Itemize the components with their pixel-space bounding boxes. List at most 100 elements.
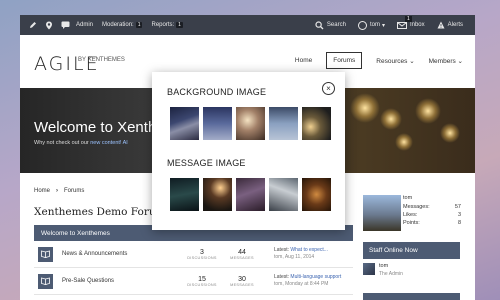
search-icon — [315, 20, 324, 29]
chevron-down-icon: ⌄ — [409, 57, 415, 65]
hero-subtitle-link[interactable]: new content! Al — [90, 140, 127, 146]
background-thumbnail[interactable] — [269, 107, 298, 140]
moderation-count-badge: 1 — [135, 22, 143, 28]
forum-book-icon — [38, 273, 53, 289]
messages-label: MESSAGES — [230, 282, 254, 287]
avatar[interactable] — [363, 263, 375, 275]
chat-icon[interactable] — [60, 20, 70, 30]
background-thumbnail[interactable] — [236, 107, 265, 140]
breadcrumb: Home › Forums — [34, 188, 84, 194]
messages-label: MESSAGES — [230, 255, 254, 260]
stat-label: Points: — [403, 220, 420, 226]
stat-value: 8 — [457, 220, 461, 226]
alerts-link[interactable]: Alerts — [437, 21, 463, 29]
latest-label: Latest: — [274, 247, 290, 253]
latest-label: Latest: — [274, 274, 290, 280]
moderation-label: Moderation: — [102, 22, 134, 28]
hero-subtitle: Why not check out our new content! Al — [34, 140, 128, 146]
message-thumbnail[interactable] — [170, 178, 199, 211]
background-image-heading: BACKGROUND IMAGE — [167, 87, 267, 97]
close-icon: × — [326, 83, 331, 93]
breadcrumb-forums[interactable]: Forums — [64, 188, 84, 194]
stat-label: Likes: — [403, 212, 418, 218]
message-thumbnail[interactable] — [203, 178, 232, 211]
chevron-right-icon: › — [56, 188, 59, 194]
discussions-label: DISCUSSIONS — [187, 255, 217, 260]
forum-book-icon — [38, 246, 53, 262]
message-thumbnails — [170, 178, 335, 211]
background-thumbnail[interactable] — [302, 107, 331, 140]
staff-role: The Admin — [379, 271, 403, 277]
search-label: Search — [326, 22, 346, 28]
reports-label: Reports: — [151, 22, 175, 28]
stat-value: 3 — [457, 212, 461, 218]
user-name: tom — [369, 22, 380, 28]
stat-row: Likes: 3 — [403, 211, 461, 219]
page-title: Xenthemes Demo Forum — [34, 206, 166, 218]
messages-count: 30 — [238, 275, 246, 283]
user-avatar — [357, 20, 367, 30]
moderation-link[interactable]: Moderation: 1 — [102, 22, 143, 28]
hero-title: Welcome to Xenth — [34, 119, 157, 136]
stat-label: Messages: — [403, 204, 430, 210]
alerts-label: Alerts — [447, 22, 463, 28]
message-image-heading: MESSAGE IMAGE — [167, 158, 246, 168]
background-thumbnail[interactable] — [203, 107, 232, 140]
nav-resources[interactable]: Resources ⌄ — [376, 57, 414, 65]
sidebar-block-header — [363, 293, 460, 300]
latest-meta: tom, Aug 11, 2014 — [274, 254, 315, 260]
sidebar-username[interactable]: tom — [403, 195, 412, 201]
main-nav: Home Forums Resources ⌄ Members ⌄ — [281, 52, 463, 69]
list-item[interactable]: Pre-Sale Questions 15 DISCUSSIONS 30 MES… — [34, 268, 353, 295]
envelope-icon — [396, 21, 407, 29]
nav-forums[interactable]: Forums — [326, 52, 363, 69]
message-thumbnail[interactable] — [236, 178, 265, 211]
user-menu[interactable]: tom ▾ — [357, 20, 385, 30]
close-button[interactable]: × — [322, 82, 335, 95]
messages-count: 44 — [238, 248, 246, 256]
discussions-stat: 15 DISCUSSIONS — [182, 276, 222, 287]
site-byline: BY XENTHEMES — [78, 57, 125, 63]
avatar[interactable] — [363, 195, 401, 231]
nav-home[interactable]: Home — [295, 57, 312, 64]
forum-name[interactable]: Pre-Sale Questions — [62, 278, 144, 284]
message-thumbnail[interactable] — [269, 178, 298, 211]
inbox-label: Inbox — [409, 22, 425, 28]
hero-subtitle-text: Why not check out our — [34, 140, 91, 146]
discussions-count: 3 — [200, 248, 204, 256]
reports-link[interactable]: Reports: 1 — [151, 22, 183, 28]
messages-stat: 44 MESSAGES — [222, 249, 262, 260]
chevron-down-icon: ▾ — [381, 22, 385, 29]
discussions-stat: 3 DISCUSSIONS — [182, 249, 222, 260]
staff-online-header: Staff Online Now — [363, 242, 460, 259]
breadcrumb-home[interactable]: Home — [34, 188, 50, 194]
chevron-down-icon: ⌄ — [457, 57, 463, 65]
nav-members[interactable]: Members ⌄ — [429, 57, 463, 65]
pencil-icon[interactable] — [28, 20, 38, 30]
map-pin-icon[interactable] — [44, 20, 54, 30]
style-chooser-popup: BACKGROUND IMAGE × MESSAGE IMAGE — [152, 72, 345, 230]
stat-row: Points: 8 — [403, 219, 461, 227]
inbox-count-badge: 1 — [404, 15, 412, 22]
latest-thread-link[interactable]: Multi-language support — [290, 274, 341, 280]
latest-meta: tom, Monday at 8:44 PM — [274, 281, 329, 287]
stat-row: Messages: 57 — [403, 203, 461, 211]
admin-bar: Admin Moderation: 1 Reports: 1 Search to… — [20, 15, 475, 35]
message-thumbnail[interactable] — [302, 178, 331, 211]
background-thumbnail[interactable] — [170, 107, 199, 140]
reports-count-badge: 1 — [176, 22, 183, 28]
user-stats: Messages: 57 Likes: 3 Points: 8 — [403, 203, 461, 227]
discussions-label: DISCUSSIONS — [187, 282, 217, 287]
background-thumbnails — [170, 107, 335, 140]
forum-name[interactable]: News & Announcements — [62, 251, 144, 257]
admin-link[interactable]: Admin — [76, 22, 93, 28]
latest-thread-link[interactable]: What to expect... — [290, 247, 328, 253]
messages-stat: 30 MESSAGES — [222, 276, 262, 287]
discussions-count: 15 — [198, 275, 206, 283]
search-button[interactable]: Search — [315, 20, 346, 30]
nav-resources-label: Resources — [376, 57, 408, 65]
inbox-link[interactable]: 1 Inbox — [396, 15, 425, 29]
list-item[interactable]: News & Announcements 3 DISCUSSIONS 44 ME… — [34, 241, 353, 268]
staff-name[interactable]: tom — [379, 263, 388, 269]
stat-value: 57 — [454, 204, 461, 210]
